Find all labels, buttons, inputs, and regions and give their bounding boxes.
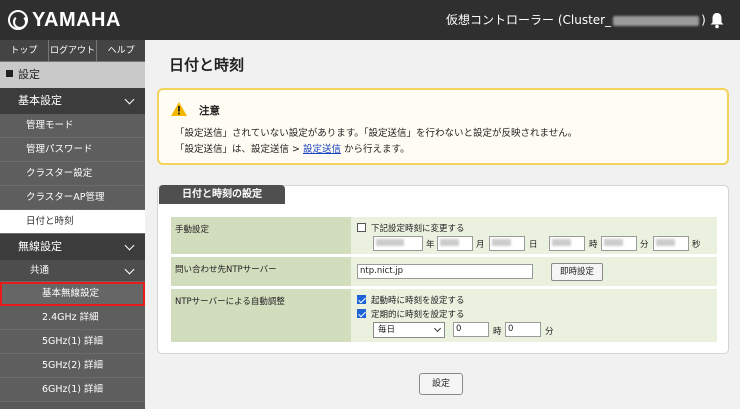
redacted-cluster-name — [613, 15, 700, 26]
month-unit: 月 — [476, 240, 485, 250]
redacted-value — [656, 239, 676, 246]
save-button[interactable]: 設定 — [419, 373, 463, 395]
sidebar-group-basic[interactable]: 基本設定 — [0, 88, 145, 114]
sidebar-section-label: 設定 — [18, 68, 40, 81]
ntp-auto-adjust-label: NTPサーバーによる自動調整 — [171, 289, 351, 343]
manual-checkbox-label: 下記設定時刻に変更する — [371, 224, 465, 234]
notice-text-prefix: 「設定送信」は、設定送信 > — [175, 144, 303, 155]
sync-interval-value: 毎日 — [378, 325, 396, 335]
notice-title: 注意 — [199, 105, 220, 117]
manual-setting-label: 手動設定 — [171, 217, 351, 255]
sidebar-subgroup-common[interactable]: 共通 — [0, 260, 145, 282]
sidebar-item-admin-mode[interactable]: 管理モード — [0, 114, 145, 138]
yamaha-logo-icon — [8, 10, 28, 30]
ntp-auto-adjust-row: NTPサーバーによる自動調整 起動時に時刻を設定する 定期的に時刻を設定する 毎… — [171, 289, 717, 343]
chevron-down-icon — [124, 94, 135, 105]
periodic-sync-row: 定期的に時刻を設定する — [357, 308, 465, 320]
sidebar-item-24ghz[interactable]: 2.4GHz 詳細 — [0, 306, 145, 330]
periodic-sync-label: 定期的に時刻を設定する — [371, 310, 465, 320]
redacted-value — [604, 239, 624, 246]
sync-hour-unit: 時 — [493, 327, 502, 337]
sync-interval-select[interactable]: 毎日 — [373, 322, 445, 338]
day-unit: 日 — [529, 240, 538, 250]
apply-now-button[interactable]: 即時設定 — [551, 263, 603, 281]
sync-minute-unit: 分 — [545, 327, 554, 337]
sidebar-subgroup-label: 共通 — [30, 265, 50, 276]
sidebar-group-wireless[interactable]: 無線設定 — [0, 234, 145, 260]
bell-icon[interactable] — [708, 11, 726, 29]
boot-sync-row: 起動時に時刻を設定する — [357, 294, 465, 306]
notice-text: 「設定送信」されていない設定があります。「設定送信」を行わないと設定が反映されま… — [175, 128, 578, 139]
ntp-server-input[interactable]: ntp.nict.jp — [357, 264, 533, 279]
ntp-server-row: 問い合わせ先NTPサーバー ntp.nict.jp 即時設定 — [171, 257, 717, 287]
ntp-auto-adjust-value: 起動時に時刻を設定する 定期的に時刻を設定する 毎日 0 時 0 分 — [351, 289, 717, 343]
sidebar-item-5ghz-2[interactable]: 5GHz(2) 詳細 — [0, 354, 145, 378]
square-bullet-icon — [6, 70, 13, 77]
manual-checkbox-row: 下記設定時刻に変更する — [357, 222, 465, 234]
manual-setting-value: 下記設定時刻に変更する 年 月 日 時 分 秒 — [351, 217, 717, 255]
minute-input[interactable] — [601, 236, 637, 251]
notice-box: 注意 「設定送信」されていない設定があります。「設定送信」を行わないと設定が反映… — [157, 88, 729, 165]
help-link[interactable]: ヘルプ — [97, 40, 145, 61]
app-header: YAMAHA 仮想コントローラー (Cluster_) — [0, 0, 740, 40]
boot-sync-label: 起動時に時刻を設定する — [371, 296, 465, 306]
hour-input[interactable] — [549, 236, 585, 251]
second-unit: 秒 — [692, 240, 701, 250]
day-input[interactable] — [489, 236, 525, 251]
redacted-value — [440, 239, 460, 246]
controller-label-prefix: 仮想コントローラー (Cluster_ — [446, 13, 612, 27]
chevron-down-icon — [124, 240, 135, 251]
sync-hour-input[interactable]: 0 — [453, 322, 489, 337]
sidebar-item-basic-wireless[interactable]: 基本無線設定 — [0, 282, 145, 306]
ntp-server-label: 問い合わせ先NTPサーバー — [171, 257, 351, 287]
manual-setting-row: 手動設定 下記設定時刻に変更する 年 月 日 時 分 秒 — [171, 217, 717, 255]
controller-label: 仮想コントローラー (Cluster_) — [446, 0, 706, 40]
controller-label-suffix: ) — [701, 13, 706, 27]
boot-sync-checkbox[interactable] — [357, 295, 366, 304]
periodic-sync-checkbox[interactable] — [357, 309, 366, 318]
year-input[interactable] — [373, 236, 423, 251]
logout-link[interactable]: ログアウト — [49, 40, 98, 61]
sync-minute-input[interactable]: 0 — [505, 322, 541, 337]
sidebar-item-admin-password[interactable]: 管理パスワード — [0, 138, 145, 162]
redacted-value — [552, 239, 572, 246]
notice-text-suffix: から行えます。 — [341, 144, 410, 155]
sidebar-section-settings[interactable]: 設定 — [0, 62, 145, 88]
sidebar-item-date-time[interactable]: 日付と時刻 — [0, 210, 145, 234]
sidebar-item-5ghz-1[interactable]: 5GHz(1) 詳細 — [0, 330, 145, 354]
chevron-down-icon — [433, 324, 442, 333]
ntp-server-value: ntp.nict.jp 即時設定 — [351, 257, 717, 287]
notice-text-link-line: 「設定送信」は、設定送信 > 設定送信 から行えます。 — [175, 141, 410, 155]
yamaha-logo[interactable]: YAMAHA — [8, 9, 121, 32]
redacted-value — [492, 239, 512, 246]
minute-unit: 分 — [640, 240, 649, 250]
top-link[interactable]: トップ — [0, 40, 49, 61]
config-send-link[interactable]: 設定送信 — [303, 144, 341, 155]
panel-title: 日付と時刻の設定 — [159, 185, 285, 204]
manual-change-checkbox[interactable] — [357, 223, 366, 232]
page-title: 日付と時刻 — [169, 56, 245, 74]
month-input[interactable] — [437, 236, 473, 251]
sidebar-item-6ghz-1[interactable]: 6GHz(1) 詳細 — [0, 378, 145, 402]
top-nav: トップ ログアウト ヘルプ — [0, 40, 145, 62]
redacted-value — [376, 239, 404, 246]
sidebar: トップ ログアウト ヘルプ 設定 基本設定 管理モード 管理パスワード クラスタ… — [0, 40, 145, 409]
sidebar-group-label: 無線設定 — [18, 240, 62, 253]
sidebar-item-cluster-settings[interactable]: クラスター設定 — [0, 162, 145, 186]
main-content: 日付と時刻 注意 「設定送信」されていない設定があります。「設定送信」を行わない… — [145, 40, 740, 409]
sidebar-group-label: 基本設定 — [18, 94, 62, 107]
warning-icon — [171, 102, 187, 116]
chevron-down-icon — [124, 264, 135, 275]
second-input[interactable] — [653, 236, 689, 251]
sidebar-item-cluster-ap[interactable]: クラスターAP管理 — [0, 186, 145, 210]
brand-name: YAMAHA — [32, 8, 121, 31]
year-unit: 年 — [426, 240, 435, 250]
hour-unit: 時 — [589, 240, 598, 250]
